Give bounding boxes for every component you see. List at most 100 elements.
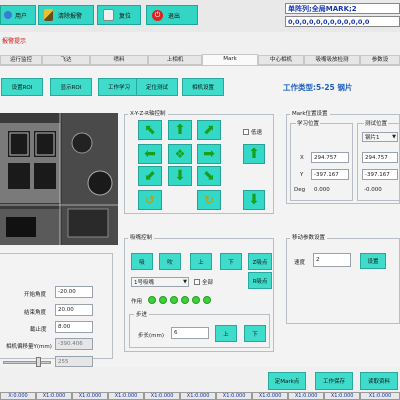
show-roi-button[interactable]: 显示ROI [50,78,92,96]
status-cell: X1:0.000 [216,392,253,400]
threshold-slider-track[interactable] [3,361,51,364]
reset-label: 复位 [119,12,132,20]
clear-alarm-button[interactable]: 清除报警 [38,5,94,25]
reset-icon [103,9,114,21]
test-select-value: 钢片1 [365,135,380,141]
rotate-ccw-button[interactable]: ↺ [138,190,162,210]
arrow-down-right-button[interactable]: ⬊ [197,166,221,186]
set-mark-point-button[interactable]: 定Mark点 [268,372,306,390]
status-led [203,296,211,304]
blow-button[interactable]: 吹 [159,253,181,270]
all-label: 全部 [202,280,214,286]
test-select[interactable]: 钢片1 ▼ [362,132,398,142]
status-cell: X1:0.000 [108,392,145,400]
nozzle-up-button[interactable]: 上 [190,253,212,270]
speed-label: 速度 [294,260,306,266]
threshold-slider-handle[interactable] [36,357,41,367]
all-checkbox[interactable] [194,279,200,285]
step-title: 步进 [134,310,150,318]
speed-set-button[interactable]: 设置 [360,253,386,269]
step-down-button[interactable]: 下 [244,325,266,342]
tab-params[interactable]: 参数设 [360,55,400,65]
arrow-left-button[interactable]: ⬅ [138,144,162,164]
step-length-field[interactable]: 6 [171,327,209,339]
z-down-icon: ⬇ [248,192,260,208]
tab-center-camera[interactable]: 中心相机 [258,55,304,65]
arrow-down-left-icon: ⬋ [144,168,156,184]
low-speed-label: 低速 [251,130,263,136]
step-length-label: 步长(mm) [138,333,165,339]
save-work-button[interactable]: 工作保存 [315,372,353,390]
tab-upper-camera[interactable]: 上相机 [148,55,202,65]
status-cell: X1:0.000 [36,392,73,400]
end-angle-label: 结束角度 [24,310,47,316]
learn-y-field[interactable]: -397.167 [311,169,349,180]
suck-button[interactable]: 吸 [131,253,153,270]
rotate-cw-button[interactable]: ↻ [197,190,221,210]
test-x-field[interactable]: 294.757 [362,152,398,163]
arrow-up-right-icon: ⬈ [203,122,215,138]
camera-image [0,113,118,245]
learn-x-field[interactable]: 294.757 [311,152,349,163]
z-up-button[interactable]: ⬆ [243,144,265,164]
arrow-down-left-button[interactable]: ⬋ [138,166,162,186]
exit-button[interactable]: ⏻ 退出 [146,5,198,25]
z-down-button[interactable]: ⬇ [243,190,265,210]
status-led [148,296,156,304]
user-button[interactable]: 用户 [0,5,36,25]
arrow-up-button[interactable]: ⬆ [168,120,192,140]
status-led [159,296,167,304]
step-up-button[interactable]: 上 [215,325,237,342]
user-icon [4,11,12,19]
nozzle-down-button[interactable]: 下 [220,253,242,270]
status-cell: X1:0.000 [180,392,217,400]
deg-label: Deg [294,187,306,193]
tab-mark[interactable]: Mark [202,54,258,65]
arrow-up-right-button[interactable]: ⬈ [197,120,221,140]
work-type-label: 工作类型:5-25 钢片 [283,83,353,92]
cutoff-field[interactable]: 8.00 [55,321,93,333]
test-deg-value: -0.000 [364,187,382,193]
nozzle-select-value: 1号吸嘴 [134,280,154,286]
r-suck-point-button[interactable]: R吸点 [248,272,272,289]
camera-settings-button[interactable]: 相机设置 [182,78,224,96]
arrow-down-button[interactable]: ⬇ [168,166,192,186]
set-roi-button[interactable]: 设置ROI [1,78,43,96]
mark-position-title: Mark位置设置 [290,109,330,117]
tab-monitor[interactable]: 运行监控 [0,55,42,65]
arrow-right-button[interactable]: ➡ [197,144,221,164]
tab-feeder[interactable]: 飞达 [42,55,90,65]
camera-offset-field: -390.406 [55,338,93,350]
power-icon: ⏻ [152,9,163,21]
work-learn-button[interactable]: 工作学习 [98,78,140,96]
speed-field[interactable]: 2 [313,253,351,267]
locate-test-button[interactable]: 定位测试 [136,78,178,96]
test-position-title: 测试位置 [364,119,389,127]
action-label: 作用 [131,299,143,305]
start-angle-label: 开始角度 [24,292,47,298]
load-data-button[interactable]: 读取资料 [360,372,398,390]
status-cell: X1:0.000 [360,392,400,400]
tab-spray[interactable]: 喷料 [90,55,148,65]
status-cell: X1:0.000 [72,392,109,400]
reset-button[interactable]: 复位 [97,5,141,25]
speed-group-title: 移动参数设置 [290,233,328,241]
arrow-up-left-icon: ⬉ [144,122,156,138]
low-speed-checkbox[interactable] [243,129,249,135]
tab-bar: 运行监控 飞达 喷料 上相机 Mark 中心相机 吸嘴吸放检测 参数设 [0,54,400,65]
test-y-field[interactable]: -397.167 [362,169,398,180]
status-bar: X:0.000 X1:0.000 X1:0.000 X1:0.000 X1:0.… [0,392,400,400]
nozzle-select[interactable]: 1号吸嘴 ▼ [131,277,189,287]
center-button[interactable]: ❖ [168,144,192,164]
end-angle-field[interactable]: 20.00 [55,304,93,316]
status-led [181,296,189,304]
clear-alarm-label: 清除报警 [58,12,83,20]
rotate-ccw-icon: ↺ [144,193,156,207]
z-suck-point-button[interactable]: Z吸点 [248,253,272,270]
arrow-up-left-button[interactable]: ⬉ [138,120,162,140]
start-angle-field[interactable]: -20.00 [55,286,93,298]
center-icon: ❖ [174,147,186,161]
learn-position-title: 学习位置 [296,119,321,127]
arrow-down-right-icon: ⬊ [203,168,215,184]
tab-nozzle-detect[interactable]: 吸嘴吸放检测 [304,55,360,65]
